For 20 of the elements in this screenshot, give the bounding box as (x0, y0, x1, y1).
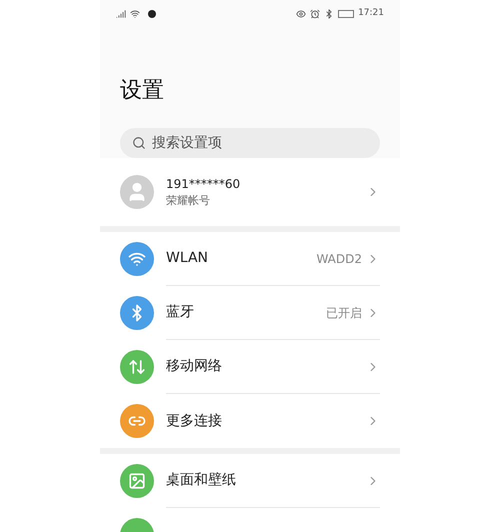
bluetooth-status-icon (324, 9, 334, 19)
alarm-icon (310, 9, 320, 19)
page-title: 设置 (119, 77, 165, 105)
setting-value: WADD2 (316, 250, 362, 268)
account-name: 191******60 (166, 176, 242, 193)
signal-icon (116, 9, 126, 19)
wifi-status-icon (130, 9, 140, 19)
account-subtitle: 荣耀帐号 (166, 192, 211, 209)
search-field[interactable]: 搜索设置项 (120, 128, 380, 158)
clock: 17:21 (358, 7, 384, 20)
battery-icon (338, 10, 354, 18)
setting-label[interactable]: WLAN (166, 248, 316, 269)
setting-label[interactable]: 更多连接 (166, 410, 366, 432)
setting-label[interactable]: 移动网络 (166, 356, 366, 377)
search-icon (132, 136, 146, 150)
setting-label[interactable]: 蓝牙 (166, 302, 326, 323)
setting-label[interactable]: 桌面和壁纸 (166, 470, 366, 491)
avatar (120, 175, 154, 209)
setting-value: 已开启 (326, 304, 362, 322)
eye-icon (296, 9, 306, 19)
